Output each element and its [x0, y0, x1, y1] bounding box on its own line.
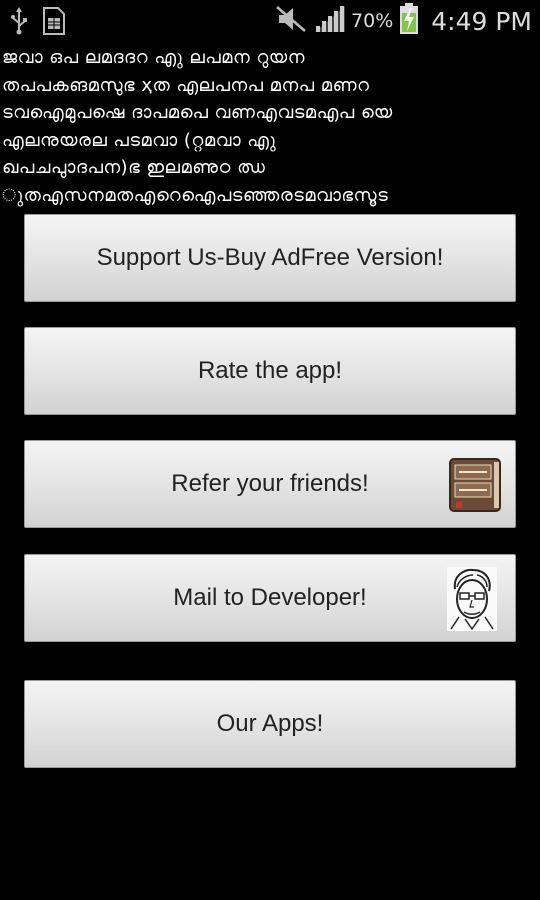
- battery-percent: 70%: [351, 10, 394, 32]
- status-bar: 70% 4:49 PM: [0, 0, 540, 42]
- description-line: ടവഐമുപഷെ ദാപമപെ വണഎവടമഎപ യെ: [2, 102, 393, 123]
- mail-developer-button[interactable]: Mail to Developer!: [24, 554, 516, 642]
- rate-app-button[interactable]: Rate the app!: [24, 327, 516, 415]
- sim-card-icon: [42, 6, 66, 40]
- bible-book-icon: [447, 456, 503, 514]
- rate-app-label: Rate the app!: [197, 357, 343, 384]
- mail-developer-label: Mail to Developer!: [173, 584, 367, 611]
- refer-friends-button[interactable]: Refer your friends!: [24, 440, 516, 528]
- developer-face-icon: [447, 567, 497, 631]
- support-adfree-label: Support Us-Buy AdFree Version!: [96, 244, 444, 271]
- our-apps-label: Our Apps!: [216, 710, 324, 737]
- usb-icon: [10, 7, 28, 39]
- support-adfree-button[interactable]: Support Us-Buy AdFree Version!: [24, 214, 516, 302]
- refer-friends-label: Refer your friends!: [171, 470, 369, 497]
- status-clock: 4:49 PM: [431, 6, 532, 36]
- description-line: എലനുയരല പടമവാ (റ്റമവാ എു: [2, 129, 277, 151]
- signal-icon: [313, 4, 347, 38]
- status-bar-right: 70% 4:49 PM: [275, 0, 532, 42]
- mute-icon: [275, 5, 307, 37]
- description-line: ഖപചപാുദപന)ഭ ഇലമണുഠ ഝ: [2, 157, 266, 178]
- description-text: ജവാ ഒപ ലമദദറ എു ലപമന റുയന തപപകങമസുഭ ҳത എ…: [2, 44, 538, 209]
- our-apps-button[interactable]: Our Apps!: [24, 680, 516, 768]
- description-line: തപപകങമസുഭ ҳത എലപനപ മനപ മണറ: [2, 74, 370, 96]
- description-line: ുതഎസനമതഎറെഐപടഞ്ഞരടമവാഭസൂട: [2, 184, 389, 206]
- battery-charging-icon: [399, 3, 419, 39]
- status-bar-left: [10, 6, 66, 40]
- description-line: ജവാ ഒപ ലമദദറ എു ലപമന റുയന: [2, 47, 305, 68]
